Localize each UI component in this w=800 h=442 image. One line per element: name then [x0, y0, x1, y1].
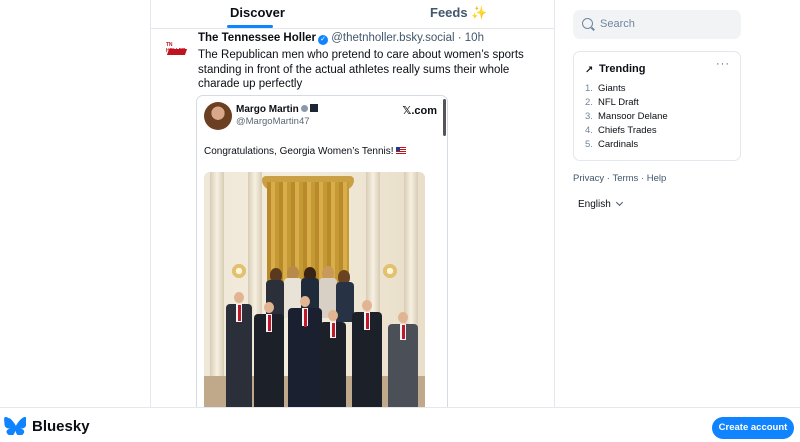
trending-list: 1. Giants 2. NFL Draft 3. Mansoor Delane 4.…	[585, 83, 668, 153]
trending-label: Mansoor Delane	[598, 111, 668, 122]
tab-feeds-label: Feeds	[430, 5, 468, 20]
chevron-down-icon	[615, 198, 623, 207]
post-author-handle[interactable]: @thetnholler.bsky.social	[331, 32, 454, 44]
group-photo	[204, 172, 425, 408]
person-head	[300, 296, 310, 307]
person-head	[362, 300, 372, 311]
trending-rank: 5.	[585, 139, 593, 150]
active-tab-indicator	[227, 25, 273, 28]
trending-item[interactable]: 5. Cardinals	[585, 139, 668, 153]
sconce-icon	[228, 260, 250, 282]
trending-rank: 4.	[585, 125, 593, 136]
footer-links: Privacy · Terms · Help	[573, 173, 666, 184]
footer-separator: ·	[606, 173, 610, 184]
language-select[interactable]: English	[578, 198, 623, 210]
person-tie	[238, 305, 241, 321]
help-link[interactable]: Help	[647, 173, 667, 184]
embed-avatar	[204, 102, 232, 130]
terms-link[interactable]: Terms	[612, 173, 638, 184]
embedded-image[interactable]: Margo Martin @MargoMartin47 𝕏.com Congra…	[196, 95, 448, 408]
post-timestamp[interactable]: · 10h	[458, 32, 484, 44]
person-tie	[268, 315, 271, 331]
trending-rank: 3.	[585, 111, 593, 122]
embed-handle: @MargoMartin47	[236, 116, 310, 127]
trending-label: Cardinals	[598, 139, 639, 150]
person-head	[234, 292, 244, 303]
embed-author: Margo Martin	[236, 104, 318, 115]
trending-arrow-icon: ↗	[585, 65, 594, 76]
bottom-bar: Bluesky Create account	[0, 407, 800, 442]
trending-item[interactable]: 2. NFL Draft	[585, 97, 668, 111]
brand-name[interactable]: Bluesky	[32, 418, 90, 435]
gov-badge-icon	[300, 105, 308, 112]
embed-scrollbar	[443, 99, 446, 136]
trending-item[interactable]: 1. Giants	[585, 83, 668, 97]
person-tie	[304, 309, 307, 327]
person-head	[264, 302, 274, 313]
person-head	[328, 310, 338, 321]
flag-badge-icon	[309, 104, 318, 112]
trending-label: Giants	[598, 83, 626, 94]
sconce-icon	[379, 260, 401, 282]
trending-title: Trending	[599, 63, 646, 75]
post-text: The Republican men who pretend to care a…	[198, 49, 524, 90]
search-placeholder: Search	[600, 18, 635, 30]
tab-discover[interactable]: Discover	[230, 5, 285, 20]
person-tie	[402, 325, 405, 339]
author-avatar[interactable]: TN HOLLER	[166, 42, 190, 56]
trending-item[interactable]: 3. Mansoor Delane	[585, 111, 668, 125]
privacy-link[interactable]: Privacy	[573, 173, 604, 184]
butterfly-logo-icon	[4, 417, 26, 435]
sparkles-icon: ✨	[471, 5, 488, 20]
trending-label: Chiefs Trades	[598, 125, 657, 136]
feed-tabs: Discover Feeds ✨	[151, 0, 554, 29]
search-input[interactable]: Search	[573, 10, 741, 39]
post-author-name[interactable]: The Tennessee Holler	[198, 32, 316, 44]
footer-separator: ·	[640, 173, 645, 184]
tab-feeds[interactable]: Feeds ✨	[430, 5, 487, 21]
language-value: English	[578, 199, 611, 210]
us-flag-icon	[396, 147, 407, 154]
trending-item[interactable]: 4. Chiefs Trades	[585, 125, 668, 139]
trending-rank: 1.	[585, 83, 593, 94]
feed-column: Discover Feeds ✨ TN HOLLER The Tennessee…	[150, 0, 555, 408]
more-options-icon[interactable]: ···	[716, 58, 730, 70]
person-tie	[366, 313, 369, 329]
embed-text-content: Congratulations, Georgia Women’s Tennis!	[204, 146, 394, 157]
x-logo: 𝕏.com	[402, 105, 437, 117]
post-header: The Tennessee Holler ✓ @thetnholler.bsky.…	[198, 32, 484, 45]
trending-rank: 2.	[585, 97, 593, 108]
tennessee-shape-icon	[166, 49, 188, 55]
create-account-button[interactable]: Create account	[712, 417, 794, 439]
photo-column	[210, 172, 224, 408]
trending-label: NFL Draft	[598, 97, 639, 108]
search-icon	[582, 18, 593, 29]
trending-panel: ↗ Trending ··· 1. Giants 2. NFL Draft 3. Ma…	[573, 51, 741, 161]
embed-text: Congratulations, Georgia Women’s Tennis!	[204, 146, 407, 157]
person-tie	[332, 323, 335, 337]
verified-check-icon: ✓	[318, 35, 329, 45]
person-head	[398, 312, 408, 323]
embed-author-name: Margo Martin	[236, 104, 299, 115]
